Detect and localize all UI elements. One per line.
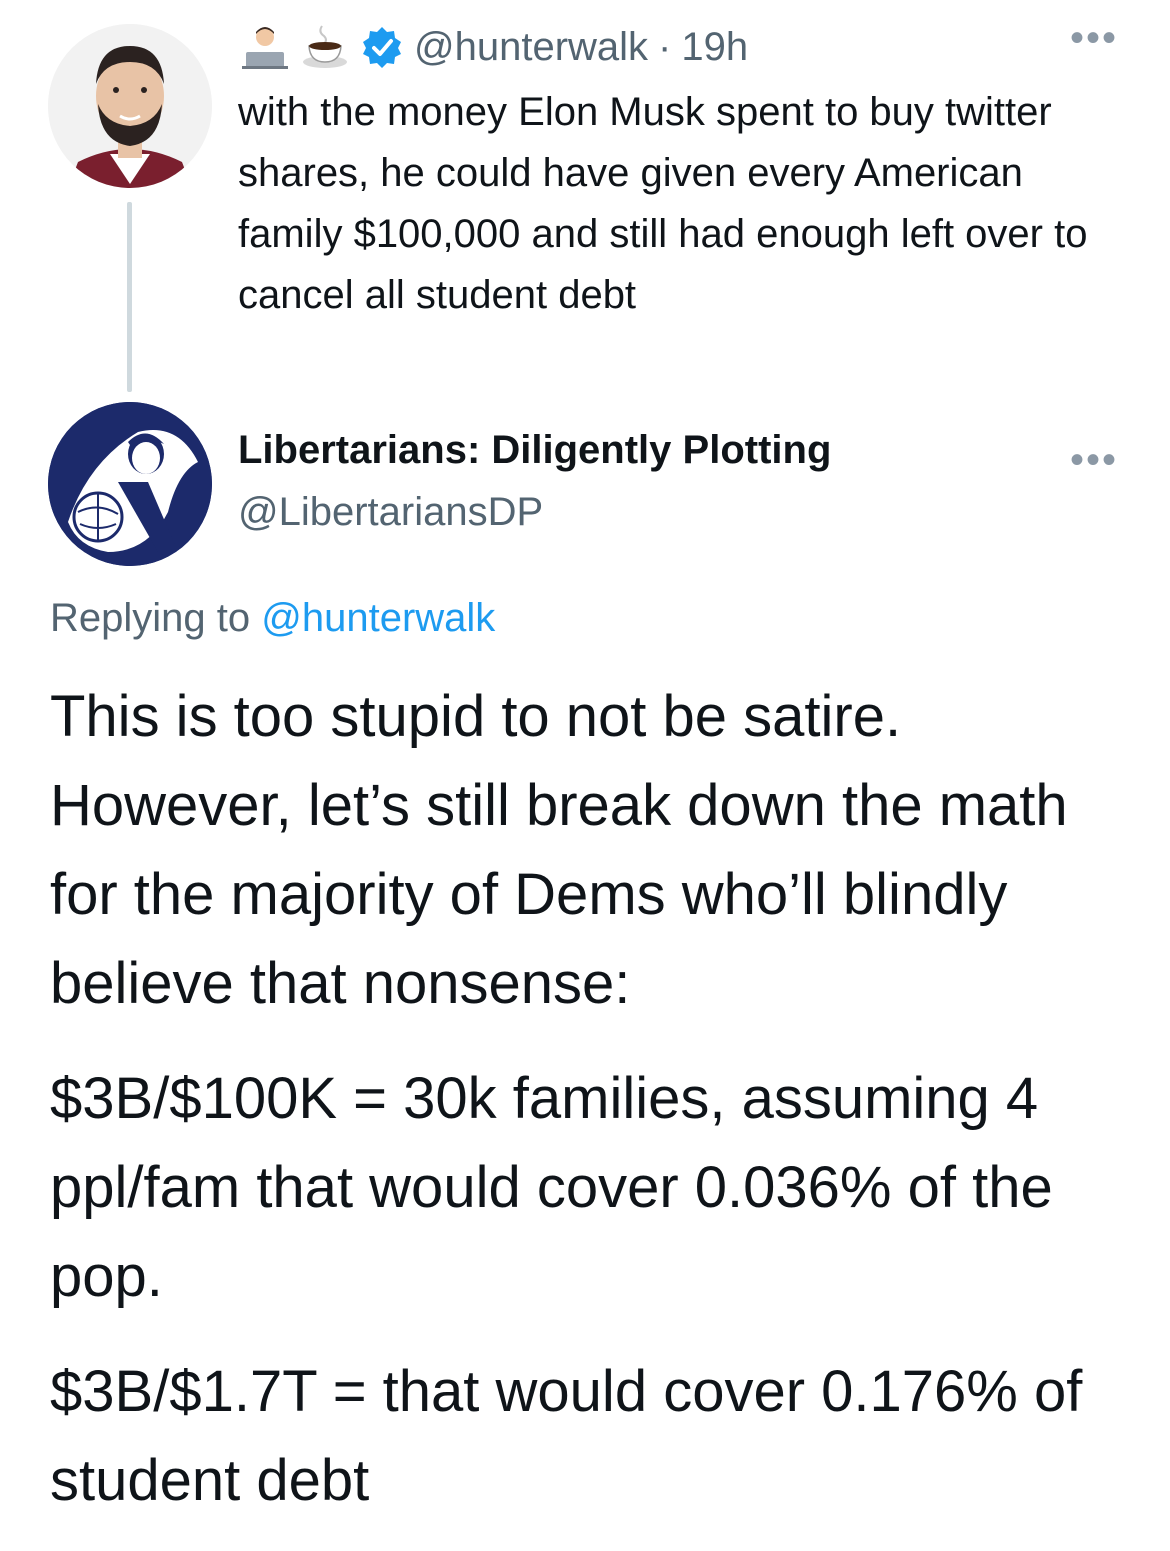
coffee-emoji-icon: [300, 24, 350, 70]
author-handle[interactable]: @hunterwalk: [414, 25, 648, 70]
reply-more-options-icon[interactable]: •••: [1070, 440, 1118, 480]
reply-author-handle[interactable]: @LibertariansDP: [238, 490, 543, 535]
more-options-icon[interactable]: •••: [1070, 18, 1118, 58]
thread-connector-line: [127, 202, 132, 392]
reply-text: This is too stupid to not be satire. How…: [50, 672, 1150, 1551]
hunterwalk-avatar[interactable]: [48, 24, 212, 188]
reply-paragraph: $3B/$1.7T = that would cover 0.176% of s…: [50, 1359, 1083, 1513]
replying-to-prefix: Replying to: [50, 596, 251, 640]
replying-to-line: Replying to @hunterwalk: [50, 596, 495, 641]
reply-paragraph: This is too stupid to not be satire. How…: [50, 684, 1068, 1016]
verified-badge-icon: [360, 25, 404, 69]
tweet-text: with the money Elon Musk spent to buy tw…: [238, 90, 1088, 317]
tweet-header: @hunterwalk · 19h: [240, 22, 748, 72]
libertarians-avatar[interactable]: [48, 402, 212, 566]
technologist-emoji-icon: [240, 24, 290, 70]
reply-author-name[interactable]: Libertarians: Diligently Plotting: [238, 428, 831, 473]
replying-to-link[interactable]: @hunterwalk: [261, 596, 495, 640]
separator-dot: ·: [658, 24, 672, 69]
tweet-timestamp[interactable]: 19h: [681, 25, 748, 70]
reply-paragraph: $3B/$100K = 30k families, assuming 4 ppl…: [50, 1066, 1053, 1309]
